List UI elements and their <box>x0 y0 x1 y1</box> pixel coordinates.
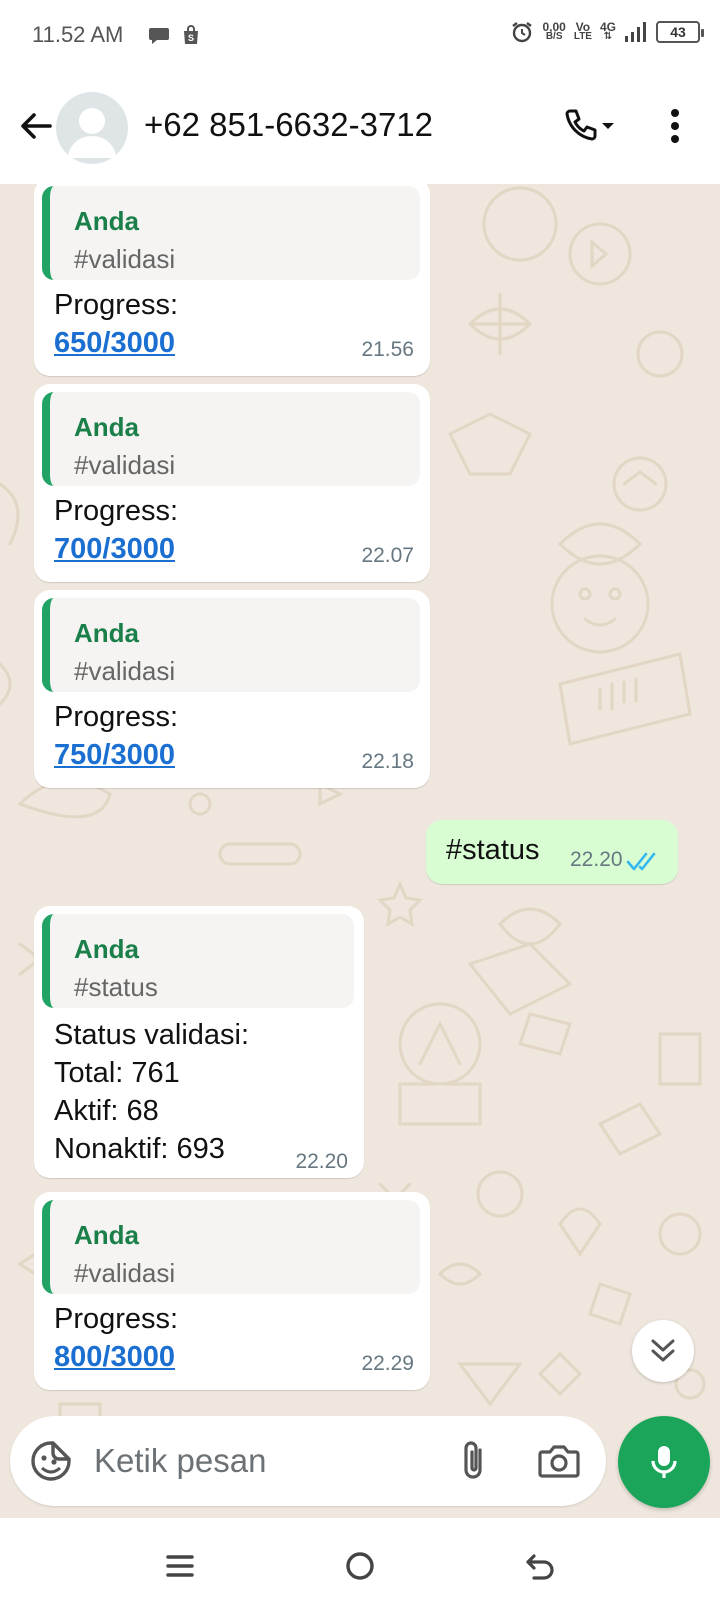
camera-icon <box>538 1445 580 1478</box>
system-indicators: 0,00 B/S Vo LTE 4G ⇅ 43 <box>510 20 704 44</box>
message-time: 22.20 <box>570 848 623 871</box>
message-time: 22.07 <box>361 544 414 567</box>
status-line-inactive: Nonaktif: 693 <box>54 1133 225 1165</box>
incoming-message[interactable]: Anda #validasi Progress: 800/3000 22.29 <box>34 1192 430 1390</box>
attach-button[interactable] <box>450 1438 496 1484</box>
quoted-message[interactable]: Anda #status <box>42 914 354 1008</box>
microphone-icon <box>651 1446 677 1478</box>
svg-text:S: S <box>188 33 194 43</box>
progress-label: Progress: <box>54 1303 179 1335</box>
network-speed-unit: B/S <box>545 31 563 42</box>
progress-value[interactable]: 800/3000 <box>54 1338 178 1376</box>
message-input[interactable] <box>94 1438 414 1484</box>
message-time: 21.56 <box>361 338 414 361</box>
message-time: 22.20 <box>295 1150 348 1173</box>
menu-icon <box>166 1555 194 1577</box>
voice-message-button[interactable] <box>618 1416 710 1508</box>
scroll-to-bottom-button[interactable] <box>632 1320 694 1382</box>
notification-icons: S <box>148 24 202 46</box>
incoming-message[interactable]: Anda #validasi Progress: 650/3000 21.56 <box>34 184 430 376</box>
signal-icon <box>625 22 646 42</box>
incoming-message[interactable]: Anda #validasi Progress: 750/3000 22.18 <box>34 590 430 788</box>
quote-author: Anda <box>74 618 139 648</box>
network-speed: 0,00 B/S <box>542 21 565 42</box>
quote-text: #validasi <box>74 450 176 480</box>
quote-text: #validasi <box>74 1258 176 1288</box>
incoming-message[interactable]: Anda #status Status validasi: Total: 761… <box>34 906 364 1178</box>
progress-value[interactable]: 750/3000 <box>54 736 178 774</box>
quoted-message[interactable]: Anda #validasi <box>42 186 420 280</box>
recent-apps-button[interactable] <box>158 1544 202 1588</box>
back-nav-icon <box>526 1554 554 1580</box>
progress-value[interactable]: 650/3000 <box>54 324 178 362</box>
chat-area[interactable]: Anda #validasi Progress: 650/3000 21.56 … <box>0 184 720 1518</box>
message-body: Progress: 750/3000 <box>54 698 178 774</box>
default-user-icon <box>68 108 116 158</box>
double-chevron-down-icon <box>651 1339 675 1362</box>
network-type: 4G ⇅ <box>600 21 616 42</box>
sticker-button[interactable] <box>28 1438 74 1484</box>
quote-text: #validasi <box>74 244 176 274</box>
progress-label: Progress: <box>54 289 179 321</box>
message-body: Progress: 700/3000 <box>54 492 178 568</box>
quote-text: #validasi <box>74 656 176 686</box>
battery-level: 43 <box>670 24 686 40</box>
camera-button[interactable] <box>536 1438 582 1484</box>
more-vertical-icon <box>671 109 679 143</box>
quote-text: #status <box>74 972 158 1002</box>
progress-value[interactable]: 700/3000 <box>54 530 178 568</box>
contact-avatar[interactable] <box>56 92 128 164</box>
outgoing-message[interactable]: #status 22.20 <box>426 820 678 884</box>
message-time: 22.29 <box>361 1352 414 1375</box>
volte-bottom: LTE <box>573 31 592 42</box>
quoted-message[interactable]: Anda #validasi <box>42 1200 420 1294</box>
message-composer <box>10 1416 606 1506</box>
home-circle-icon <box>346 1552 374 1580</box>
battery-icon: 43 <box>656 21 704 43</box>
back-button[interactable] <box>14 104 58 148</box>
paperclip-icon <box>464 1441 482 1479</box>
alarm-icon <box>512 22 533 43</box>
read-receipt-icon <box>626 852 656 871</box>
back-nav-button[interactable] <box>518 1544 562 1588</box>
status-line-total: Total: 761 <box>54 1057 180 1089</box>
message-body: Progress: 800/3000 <box>54 1300 178 1376</box>
phone-icon <box>565 109 597 141</box>
quote-author: Anda <box>74 1220 139 1250</box>
message-time: 22.18 <box>361 750 414 773</box>
arrow-left-icon <box>21 113 52 139</box>
chat-notification-icon <box>149 28 169 44</box>
volte-indicator: Vo LTE <box>573 21 592 42</box>
quote-author: Anda <box>74 206 139 236</box>
status-bar: 11.52 AM S 0,00 B/S Vo LTE 4G ⇅ 43 <box>0 0 720 72</box>
quoted-message[interactable]: Anda #validasi <box>42 598 420 692</box>
chevron-down-icon <box>602 123 614 129</box>
quoted-message[interactable]: Anda #validasi <box>42 392 420 486</box>
progress-label: Progress: <box>54 701 179 733</box>
contact-name[interactable]: +62 851-6632-3712 <box>144 106 433 144</box>
chat-header: +62 851-6632-3712 <box>0 72 720 184</box>
more-options-button[interactable] <box>660 104 690 148</box>
progress-label: Progress: <box>54 495 179 527</box>
message-text: #status <box>446 834 540 866</box>
call-button[interactable] <box>560 104 624 148</box>
status-time: 11.52 AM <box>32 22 124 47</box>
message-body: Status validasi: Total: 761 Aktif: 68 No… <box>54 1016 249 1168</box>
home-button[interactable] <box>338 1544 382 1588</box>
message-body: Progress: 650/3000 <box>54 286 178 362</box>
status-line-title: Status validasi: <box>54 1019 250 1051</box>
shopping-bag-icon: S <box>184 25 198 44</box>
quote-author: Anda <box>74 412 139 442</box>
system-nav-bar <box>0 1518 720 1612</box>
sticker-icon <box>31 1441 71 1481</box>
quote-author: Anda <box>74 934 139 964</box>
status-line-active: Aktif: 68 <box>54 1095 159 1127</box>
incoming-message[interactable]: Anda #validasi Progress: 700/3000 22.07 <box>34 384 430 582</box>
